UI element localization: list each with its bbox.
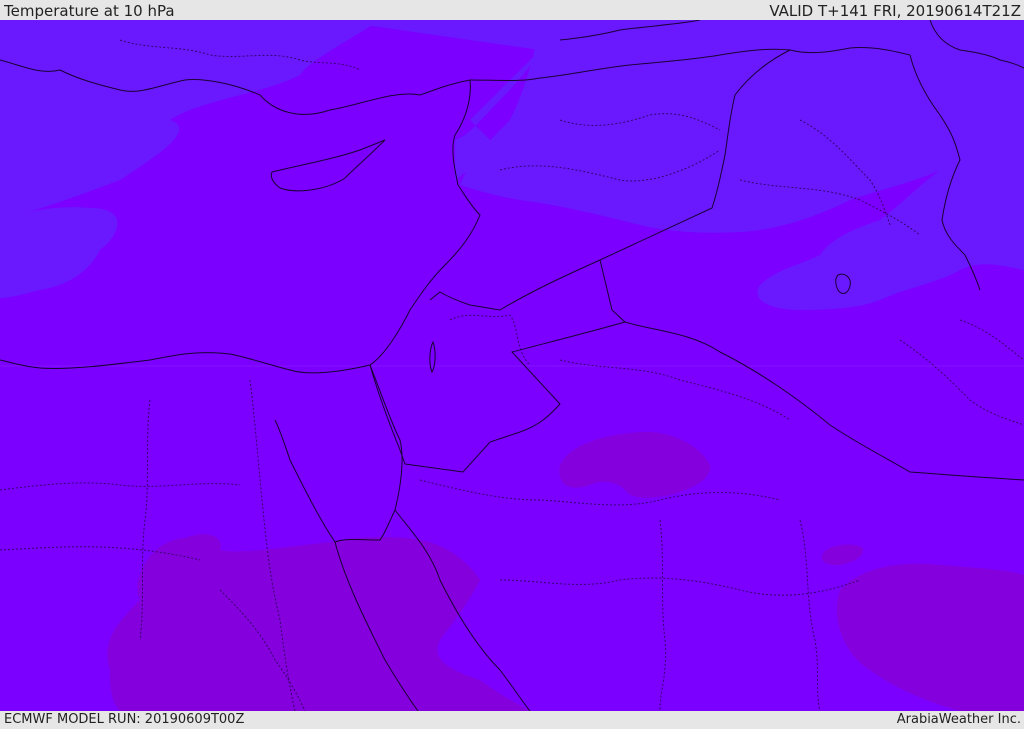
temperature-map[interactable]	[0, 20, 1024, 711]
header-bar: Temperature at 10 hPa VALID T+141 FRI, 2…	[0, 0, 1024, 20]
map-frame: Temperature at 10 hPa VALID T+141 FRI, 2…	[0, 0, 1024, 729]
model-run: ECMWF MODEL RUN: 20190609T00Z	[4, 712, 245, 727]
footer-bar: ECMWF MODEL RUN: 20190609T00Z ArabiaWeat…	[0, 711, 1024, 729]
map-title: Temperature at 10 hPa	[4, 2, 175, 20]
map-canvas	[0, 20, 1024, 711]
valid-time: VALID T+141 FRI, 20190614T21Z	[769, 2, 1021, 20]
credit: ArabiaWeather Inc.	[896, 712, 1021, 727]
